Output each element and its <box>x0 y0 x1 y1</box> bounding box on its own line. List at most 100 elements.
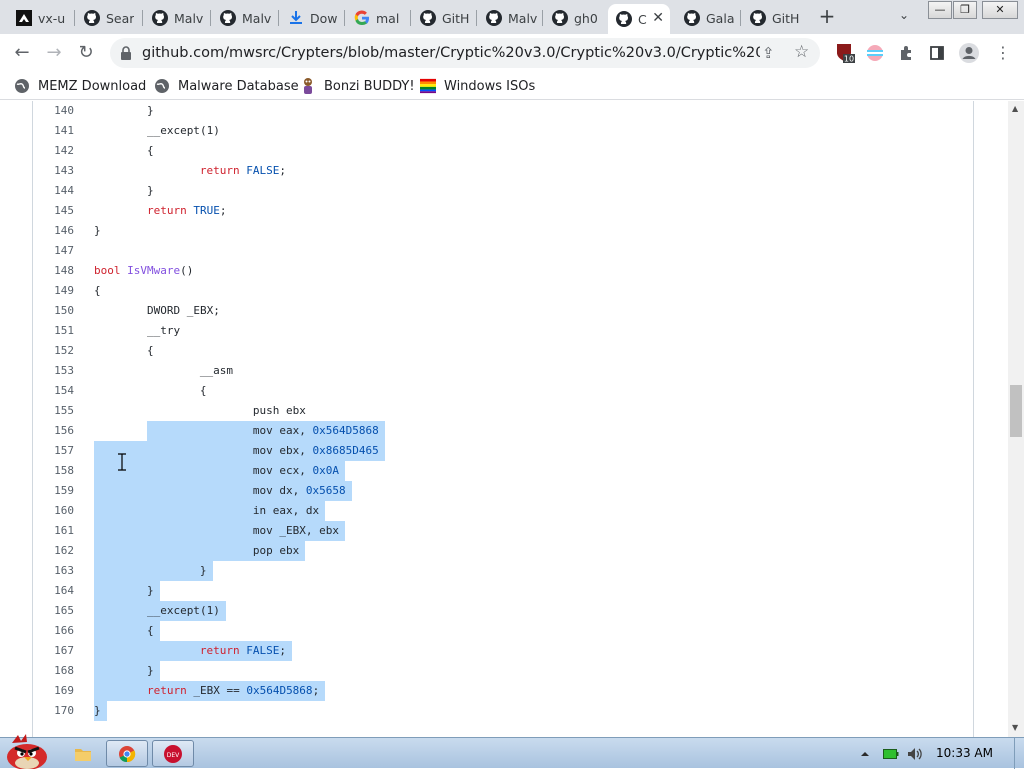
bookmark-malware-database[interactable]: Malware Database <box>154 76 299 96</box>
battery-icon[interactable] <box>882 740 900 767</box>
line-number[interactable]: 162 <box>33 541 74 561</box>
show-desktop-button[interactable] <box>1014 738 1024 769</box>
line-number[interactable]: 167 <box>33 641 74 661</box>
tab-4[interactable]: Dow <box>280 4 340 32</box>
code-line: 156 mov eax, 0x564D5868 <box>33 421 973 441</box>
url-text[interactable]: github.com/mwsrc/Crypters/blob/master/Cr… <box>142 45 760 61</box>
line-number[interactable]: 146 <box>33 221 74 241</box>
line-number[interactable]: 141 <box>33 121 74 141</box>
tab-5[interactable]: mal <box>346 4 406 32</box>
line-number[interactable]: 154 <box>33 381 74 401</box>
volume-icon[interactable] <box>906 740 924 767</box>
line-number[interactable]: 164 <box>33 581 74 601</box>
vertical-scrollbar[interactable]: ▲ ▼ <box>1008 101 1024 737</box>
chrome-taskbar-button[interactable] <box>106 740 148 767</box>
line-number[interactable]: 168 <box>33 661 74 681</box>
line-number[interactable]: 169 <box>33 681 74 701</box>
github-icon <box>84 10 100 26</box>
folder-icon[interactable] <box>72 740 94 767</box>
bookmark-bonzi-buddy[interactable]: Bonzi BUDDY! <box>300 76 415 96</box>
window-restore-button[interactable]: ❐ <box>953 1 977 19</box>
line-number[interactable]: 155 <box>33 401 74 421</box>
tab-close-icon[interactable]: ✕ <box>652 10 664 26</box>
line-number[interactable]: 160 <box>33 501 74 521</box>
github-icon <box>220 10 236 26</box>
code-line: 162 pop ebx <box>33 541 973 561</box>
tab-10[interactable]: Gala <box>676 4 736 32</box>
tab-search-icon[interactable]: ⌄ <box>894 8 914 28</box>
tab-3[interactable]: Malv <box>212 4 274 32</box>
extension-badge: 10 <box>844 55 854 64</box>
new-tab-button[interactable]: + <box>816 6 838 28</box>
line-number[interactable]: 163 <box>33 561 74 581</box>
window-minimize-button[interactable]: — <box>928 1 952 19</box>
bookmark-label: Bonzi BUDDY! <box>324 78 415 94</box>
line-number[interactable]: 140 <box>33 101 74 121</box>
extension-shield-icon[interactable]: 10 <box>834 42 856 64</box>
line-number[interactable]: 165 <box>33 601 74 621</box>
address-bar[interactable]: github.com/mwsrc/Crypters/blob/master/Cr… <box>110 38 820 68</box>
tab-8[interactable]: gh0 <box>544 4 602 32</box>
line-number[interactable]: 142 <box>33 141 74 161</box>
lock-icon[interactable] <box>118 45 134 61</box>
scroll-down-icon[interactable]: ▼ <box>1012 723 1018 732</box>
code-text: push ebx <box>252 404 306 417</box>
reload-button[interactable]: ↻ <box>74 41 98 65</box>
code-text: in eax, dx <box>252 504 320 517</box>
line-number[interactable]: 170 <box>33 701 74 721</box>
forward-button[interactable]: → <box>42 41 66 65</box>
taskbar: DEV 10:33 AM <box>0 733 1024 769</box>
tab-9[interactable]: C ✕ <box>608 4 670 34</box>
scrollbar-thumb[interactable] <box>1010 385 1022 437</box>
line-number[interactable]: 143 <box>33 161 74 181</box>
tab-6[interactable]: GitH <box>412 4 472 32</box>
taskbar-clock[interactable]: 10:33 AM <box>936 746 993 760</box>
line-number[interactable]: 150 <box>33 301 74 321</box>
bookmark-memz[interactable]: MEMZ Download <box>14 76 146 96</box>
tray-chevron-icon[interactable] <box>858 740 872 767</box>
share-icon[interactable]: ⇪ <box>762 44 775 62</box>
code-line: 141 __except(1) <box>33 121 973 141</box>
line-number[interactable]: 149 <box>33 281 74 301</box>
line-number[interactable]: 159 <box>33 481 74 501</box>
code-view: 139}140}141__except(1)142{143return FALS… <box>32 101 974 737</box>
tab-0[interactable]: vx-u <box>8 4 70 32</box>
line-number[interactable]: 158 <box>33 461 74 481</box>
code-text: return FALSE; <box>199 644 287 657</box>
code-text: __except(1) <box>146 124 220 137</box>
line-number[interactable]: 144 <box>33 181 74 201</box>
tab-7[interactable]: Malv <box>478 4 538 32</box>
pride-extension-icon[interactable] <box>864 42 886 64</box>
bookmark-star-icon[interactable]: ☆ <box>794 42 809 62</box>
side-panel-icon[interactable] <box>926 42 948 64</box>
back-button[interactable]: ← <box>10 41 34 65</box>
bookmark-label: Windows ISOs <box>444 78 536 94</box>
line-number[interactable]: 166 <box>33 621 74 641</box>
extensions-puzzle-icon[interactable] <box>895 42 917 64</box>
devc-taskbar-button[interactable]: DEV <box>152 740 194 767</box>
tab-11[interactable]: GitH <box>742 4 802 32</box>
window-close-button[interactable]: ✕ <box>982 1 1018 19</box>
tab-2[interactable]: Malv <box>144 4 206 32</box>
tab-1[interactable]: Sear <box>76 4 138 32</box>
line-number[interactable]: 145 <box>33 201 74 221</box>
svg-text:DEV: DEV <box>167 752 180 759</box>
github-icon <box>750 10 766 26</box>
text-cursor-icon <box>117 453 127 471</box>
menu-icon[interactable]: ⋮ <box>991 41 1015 65</box>
line-number[interactable]: 157 <box>33 441 74 461</box>
line-number[interactable]: 151 <box>33 321 74 341</box>
line-number[interactable]: 153 <box>33 361 74 381</box>
line-number[interactable]: 161 <box>33 521 74 541</box>
angry-bird-icon[interactable] <box>4 732 50 769</box>
line-number[interactable]: 156 <box>33 421 74 441</box>
line-number[interactable]: 148 <box>33 261 74 281</box>
line-number[interactable]: 147 <box>33 241 74 261</box>
code-text: { <box>146 624 154 637</box>
code-line: 152 { <box>33 341 973 361</box>
profile-avatar-icon[interactable] <box>958 42 980 64</box>
bookmark-windows-isos[interactable]: Windows ISOs <box>420 76 535 96</box>
scroll-up-icon[interactable]: ▲ <box>1012 104 1018 113</box>
tab-label: Dow <box>310 10 338 26</box>
line-number[interactable]: 152 <box>33 341 74 361</box>
